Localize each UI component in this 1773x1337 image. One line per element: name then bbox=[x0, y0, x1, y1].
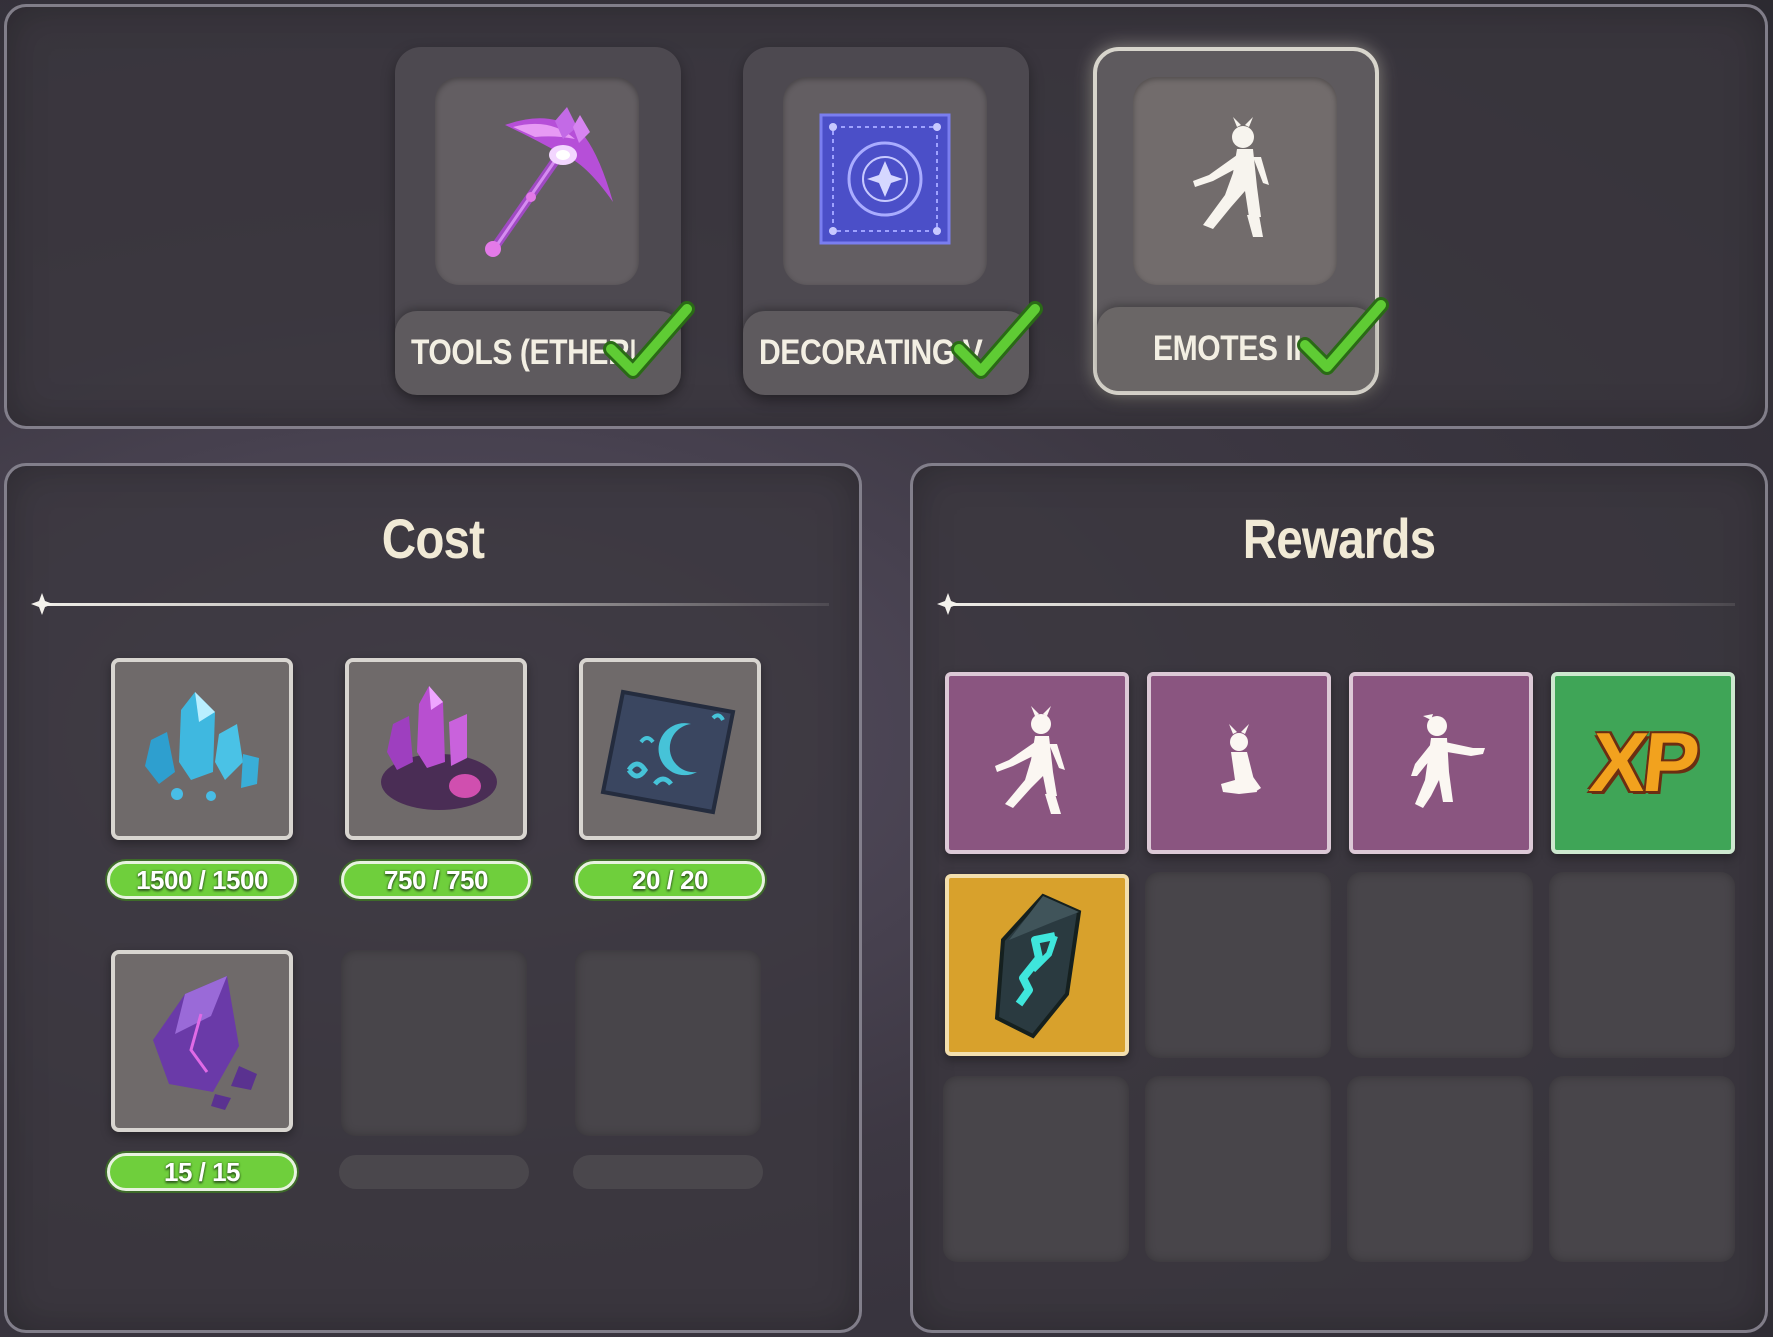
cost-item-slot[interactable] bbox=[579, 658, 761, 840]
reward-slot-emote[interactable] bbox=[1349, 672, 1533, 854]
milestone-icon-well bbox=[435, 77, 639, 285]
milestone-panel: TOOLS (ETHERITE) DECORATING VI bbox=[4, 4, 1768, 429]
etherite-pickaxe-icon bbox=[485, 107, 613, 257]
reward-slot-xp[interactable]: XP bbox=[1551, 672, 1735, 854]
milestone-label: TOOLS (ETHERITE) bbox=[411, 333, 635, 372]
reward-slot-rune[interactable] bbox=[945, 874, 1129, 1056]
diamond-ornament-icon bbox=[937, 593, 959, 615]
divider bbox=[937, 593, 1735, 615]
milestone-label: DECORATING VI bbox=[759, 333, 983, 372]
cost-amount-bar: 20 / 20 bbox=[575, 861, 765, 899]
rewards-title: Rewards bbox=[1242, 507, 1436, 570]
rune-stone-icon bbox=[994, 893, 1082, 1039]
empty-reward-slot bbox=[1549, 872, 1735, 1058]
checkmark-icon bbox=[603, 301, 695, 379]
reward-slot-emote[interactable] bbox=[945, 672, 1129, 854]
milestone-card-tools-etherite[interactable]: TOOLS (ETHERITE) bbox=[395, 47, 695, 395]
empty-reward-slot bbox=[1145, 872, 1331, 1058]
purple-crystal-ore-icon bbox=[381, 686, 497, 810]
emote-lunge-icon bbox=[995, 706, 1065, 814]
cost-item-slot[interactable] bbox=[345, 658, 527, 840]
milestone-card-decorating-vi[interactable]: DECORATING VI bbox=[743, 47, 1043, 395]
cost-item-slot[interactable] bbox=[111, 950, 293, 1132]
empty-reward-slot bbox=[1347, 872, 1533, 1058]
xp-icon: XP bbox=[1586, 715, 1701, 809]
milestone-card-emotes-ii[interactable]: EMOTES II bbox=[1093, 47, 1389, 395]
empty-reward-slot bbox=[1145, 1076, 1331, 1262]
cost-item-slot[interactable] bbox=[111, 658, 293, 840]
cost-amount-bar: 15 / 15 bbox=[107, 1153, 297, 1191]
purple-gem-shard-icon bbox=[153, 976, 257, 1110]
empty-cost-slot bbox=[341, 950, 527, 1136]
cost-amount-bar: 750 / 750 bbox=[341, 861, 531, 899]
empty-cost-slot bbox=[575, 950, 761, 1136]
emote-kneel-icon bbox=[1221, 724, 1261, 794]
milestone-icon-well bbox=[1133, 77, 1337, 285]
cost-title: Cost bbox=[381, 507, 485, 570]
rewards-panel: Rewards XP bbox=[910, 463, 1768, 1333]
emote-pose-icon bbox=[1193, 117, 1269, 237]
empty-reward-slot bbox=[1549, 1076, 1735, 1262]
diamond-ornament-icon bbox=[31, 593, 53, 615]
checkmark-icon bbox=[951, 301, 1043, 379]
blue-crystal-cluster-icon bbox=[145, 692, 259, 801]
reward-slot-emote[interactable] bbox=[1147, 672, 1331, 854]
empty-cost-bar bbox=[339, 1155, 529, 1189]
cost-amount-bar: 1500 / 1500 bbox=[107, 861, 297, 899]
milestone-icon-well bbox=[783, 77, 987, 285]
cost-panel: Cost 1500 / 1500 750 / 750 20 / 20 15 / … bbox=[4, 463, 862, 1333]
empty-reward-slot bbox=[1347, 1076, 1533, 1262]
divider bbox=[31, 593, 829, 615]
blue-rug-icon bbox=[819, 113, 951, 245]
moon-rune-tablet-icon bbox=[600, 689, 736, 815]
checkmark-icon bbox=[1297, 297, 1389, 375]
empty-reward-slot bbox=[943, 1076, 1129, 1262]
emote-point-icon bbox=[1411, 714, 1485, 808]
empty-cost-bar bbox=[573, 1155, 763, 1189]
